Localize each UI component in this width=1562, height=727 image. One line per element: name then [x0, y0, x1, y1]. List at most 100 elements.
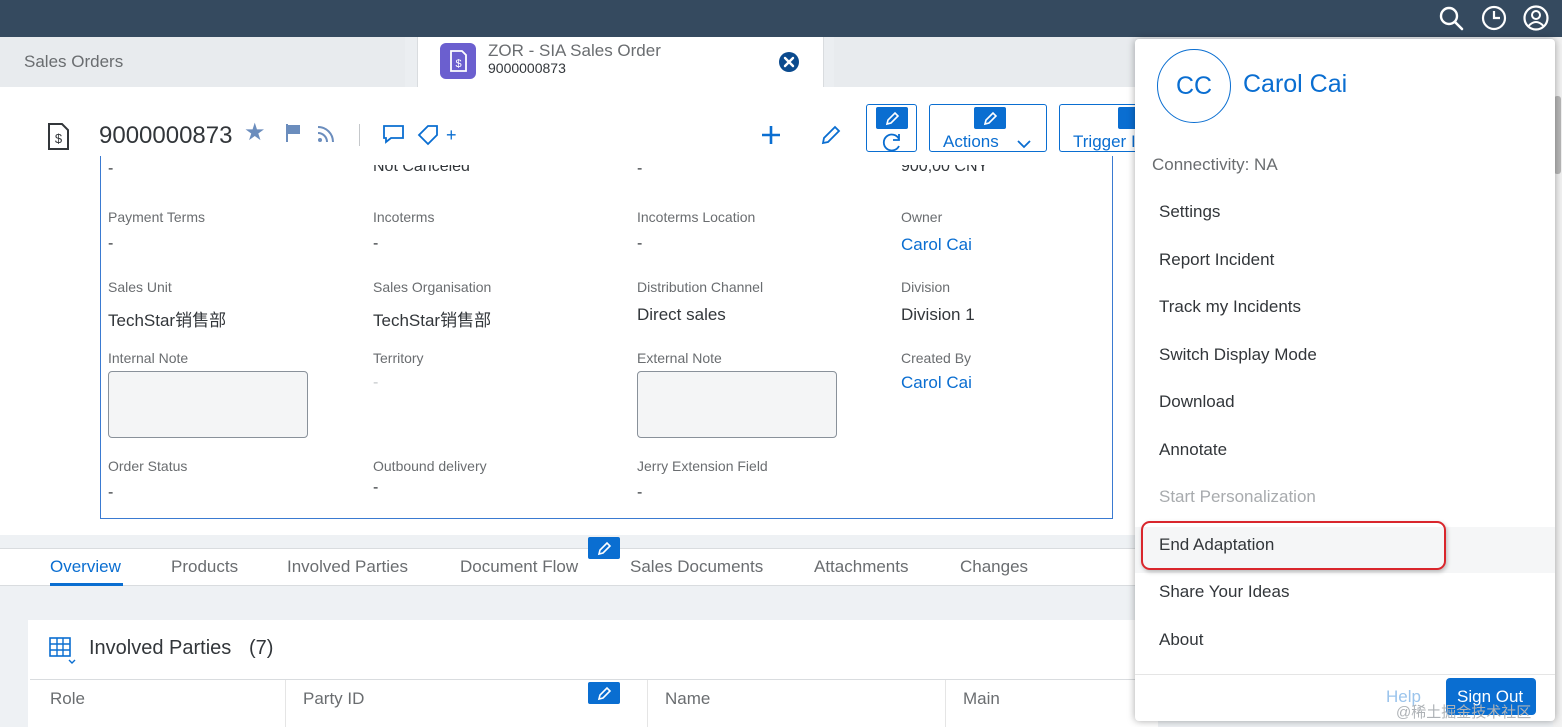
menu-item-settings[interactable]: Settings: [1159, 202, 1220, 222]
tab-document-flow[interactable]: Document Flow: [460, 557, 578, 577]
menu-item-track-incidents[interactable]: Track my Incidents: [1159, 297, 1301, 317]
user-name: Carol Cai: [1243, 70, 1348, 98]
division-label: Division: [901, 279, 951, 295]
panel-title: Involved Parties: [89, 637, 232, 659]
object-id-title: 9000000873: [99, 122, 233, 149]
highlight-box: [1141, 521, 1446, 570]
refresh-button[interactable]: [866, 104, 917, 152]
trigger-button[interactable]: Trigger I: [1059, 104, 1139, 152]
flag-icon[interactable]: [284, 123, 302, 143]
adaptation-pencil-badge: [974, 107, 1006, 129]
menu-item-annotate[interactable]: Annotate: [1159, 440, 1227, 460]
tab-selected-indicator: [50, 583, 123, 586]
actions-menu-button[interactable]: Actions: [929, 104, 1047, 152]
territory-value: -: [373, 374, 379, 391]
actions-label: Actions: [943, 132, 999, 151]
field-value: -: [108, 160, 114, 177]
add-tag-icon[interactable]: [417, 124, 441, 146]
sales-unit-value: TechStar销售部: [108, 311, 227, 330]
tab-subtitle: 9000000873: [488, 60, 566, 76]
user-actions-popover: CC Carol Cai Connectivity: NA Settings R…: [1135, 39, 1555, 721]
column-header-party-id[interactable]: Party ID: [303, 689, 364, 709]
form-container: [100, 156, 1113, 519]
column-divider: [647, 680, 648, 727]
menu-item-download[interactable]: Download: [1159, 392, 1235, 412]
tab-attachments[interactable]: Attachments: [814, 557, 909, 577]
table-settings-icon[interactable]: [48, 636, 76, 664]
column-header-main[interactable]: Main: [963, 689, 1000, 709]
adaptation-pencil-badge[interactable]: [588, 537, 620, 559]
owner-link[interactable]: Carol Cai: [901, 235, 972, 255]
search-icon[interactable]: [1437, 4, 1465, 32]
territory-label: Territory: [373, 350, 424, 366]
close-tab-icon[interactable]: [778, 51, 800, 73]
incoterms-location-value: -: [637, 235, 643, 252]
user-avatar-icon[interactable]: [1522, 4, 1550, 32]
sales-order-app-icon: $: [440, 43, 476, 79]
menu-item-start-personalization: Start Personalization: [1159, 487, 1316, 506]
follow-feed-icon[interactable]: [316, 124, 338, 144]
menu-item-switch-display-mode[interactable]: Switch Display Mode: [1159, 345, 1317, 365]
distribution-channel-value: Direct sales: [637, 305, 726, 324]
sales-unit-label: Sales Unit: [108, 279, 172, 295]
menu-item-report-incident[interactable]: Report Incident: [1159, 250, 1274, 270]
column-divider: [285, 680, 286, 727]
internal-note-label: Internal Note: [108, 350, 189, 366]
column-divider: [945, 680, 946, 727]
order-status-value: -: [108, 484, 114, 501]
payment-terms-label: Payment Terms: [108, 209, 205, 225]
tab-empty: [834, 37, 1134, 87]
refresh-icon: [882, 133, 900, 152]
field-value: -: [637, 160, 643, 177]
column-header-role[interactable]: Role: [50, 689, 85, 709]
tab-active-sales-order[interactable]: $ ZOR - SIA Sales Order 9000000873: [417, 37, 824, 89]
tab-changes[interactable]: Changes: [960, 557, 1028, 577]
tab-sales-orders-label: Sales Orders: [24, 52, 124, 71]
incoterms-label: Incoterms: [373, 209, 435, 225]
sales-organisation-value: TechStar销售部: [373, 311, 492, 330]
footer-divider: [1135, 674, 1555, 675]
toolbar-divider: [359, 124, 360, 146]
panel-count: (7): [249, 637, 274, 659]
watermark: @稀土掘金技术社区: [1396, 704, 1532, 721]
shell-bar: [0, 0, 1562, 37]
adaptation-pencil-badge: [876, 107, 908, 129]
add-icon[interactable]: [759, 123, 783, 147]
external-note-textarea[interactable]: [637, 371, 837, 438]
svg-text:$: $: [455, 58, 461, 70]
jerry-extension-field-label: Jerry Extension Field: [637, 458, 768, 474]
outbound-delivery-label: Outbound delivery: [373, 458, 487, 474]
created-by-link[interactable]: Carol Cai: [901, 373, 972, 393]
tab-sales-orders[interactable]: Sales Orders: [0, 37, 405, 87]
internal-note-textarea[interactable]: [108, 371, 308, 438]
edit-pencil-icon[interactable]: [820, 124, 842, 146]
menu-item-about[interactable]: About: [1159, 630, 1203, 650]
tab-involved-parties[interactable]: Involved Parties: [287, 557, 408, 577]
user-avatar-initials: CC: [1157, 49, 1231, 123]
distribution-channel-label: Distribution Channel: [637, 279, 764, 295]
jerry-extension-field-value: -: [637, 484, 643, 501]
sales-document-icon: $: [48, 123, 69, 150]
trigger-label: Trigger I: [1073, 132, 1136, 151]
owner-label: Owner: [901, 209, 943, 225]
created-by-label: Created By: [901, 350, 972, 366]
outbound-delivery-value: -: [373, 479, 379, 496]
add-tag-plus-icon[interactable]: +: [446, 125, 457, 146]
tab-overview[interactable]: Overview: [50, 557, 121, 577]
column-header-name[interactable]: Name: [665, 689, 710, 709]
tab-products[interactable]: Products: [171, 557, 238, 577]
history-clock-icon[interactable]: [1480, 4, 1508, 32]
comment-icon[interactable]: [382, 124, 406, 144]
incoterms-value: -: [373, 235, 379, 252]
tab-title: ZOR - SIA Sales Order: [488, 41, 661, 60]
order-status-label: Order Status: [108, 458, 188, 474]
scrollbar-thumb[interactable]: [1554, 96, 1561, 174]
favorite-star-icon[interactable]: ★: [244, 118, 266, 147]
sales-organisation-label: Sales Organisation: [373, 279, 492, 295]
payment-terms-value: -: [108, 235, 114, 252]
svg-text:$: $: [55, 131, 63, 146]
menu-item-share-ideas[interactable]: Share Your Ideas: [1159, 582, 1289, 602]
adaptation-pencil-badge[interactable]: [588, 682, 620, 704]
division-value: Division 1: [901, 305, 975, 324]
tab-sales-documents[interactable]: Sales Documents: [630, 557, 763, 577]
